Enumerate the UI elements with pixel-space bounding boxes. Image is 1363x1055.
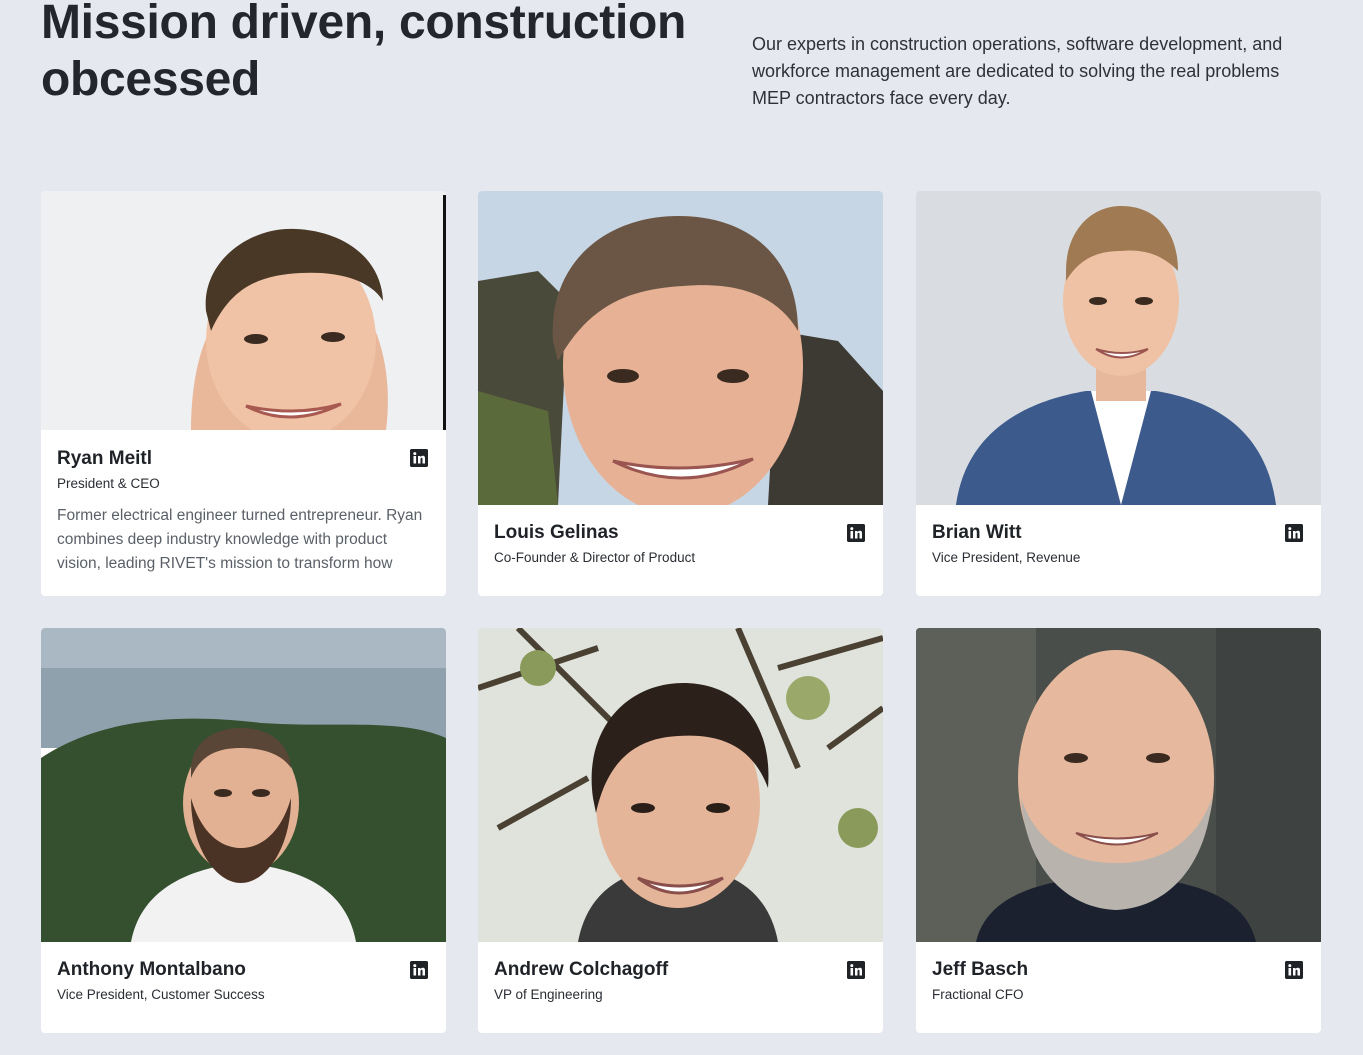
team-member-role: Fractional CFO bbox=[932, 987, 1024, 1002]
linkedin-icon[interactable] bbox=[410, 449, 428, 467]
team-member-photo bbox=[41, 628, 446, 942]
team-page: Mission driven, construction obcessed Ou… bbox=[0, 0, 1363, 1055]
linkedin-icon[interactable] bbox=[1285, 961, 1303, 979]
team-member-photo bbox=[478, 628, 883, 942]
page-title-line-2: obcessed bbox=[41, 53, 261, 106]
linkedin-icon[interactable] bbox=[847, 524, 865, 542]
team-member-photo bbox=[916, 191, 1321, 505]
team-member-role: Vice President, Revenue bbox=[932, 550, 1081, 565]
team-member-photo bbox=[478, 191, 883, 505]
team-member-name: Jeff Basch bbox=[932, 959, 1029, 980]
team-member-role: Co-Founder & Director of Product bbox=[494, 550, 696, 565]
team-member-role: Vice President, Customer Success bbox=[57, 987, 265, 1002]
team-card-ryan-meitl: Ryan Meitl President & CEO Former electr… bbox=[41, 191, 446, 596]
team-card-jeff-basch: Jeff Basch Fractional CFO bbox=[916, 628, 1321, 1033]
page-title-line-1: Mission driven, construction bbox=[41, 0, 687, 49]
team-member-name: Louis Gelinas bbox=[494, 522, 619, 543]
team-card-andrew-colchagoff: Andrew Colchagoff VP of Engineering bbox=[478, 628, 883, 1033]
team-member-name: Ryan Meitl bbox=[57, 448, 153, 469]
team-member-name: Andrew Colchagoff bbox=[494, 959, 669, 980]
team-member-photo bbox=[41, 191, 446, 430]
team-member-role: President & CEO bbox=[57, 476, 160, 491]
team-member-role: VP of Engineering bbox=[494, 987, 603, 1002]
team-card-louis-gelinas: Louis Gelinas Co-Founder & Director of P… bbox=[478, 191, 883, 596]
team-card-brian-witt: Brian Witt Vice President, Revenue bbox=[916, 191, 1321, 596]
team-member-name: Brian Witt bbox=[932, 522, 1022, 543]
team-member-photo bbox=[916, 628, 1321, 942]
page-title: Mission driven, construction obcessed bbox=[41, 0, 701, 108]
team-member-name: Anthony Montalbano bbox=[57, 959, 246, 980]
linkedin-icon[interactable] bbox=[410, 961, 428, 979]
team-card-anthony-montalbano: Anthony Montalbano Vice President, Custo… bbox=[41, 628, 446, 1033]
linkedin-icon[interactable] bbox=[847, 961, 865, 979]
team-member-bio: Former electrical engineer turned entrep… bbox=[57, 507, 423, 572]
page-description: Our experts in construction operations, … bbox=[752, 34, 1283, 108]
linkedin-icon[interactable] bbox=[1285, 524, 1303, 542]
